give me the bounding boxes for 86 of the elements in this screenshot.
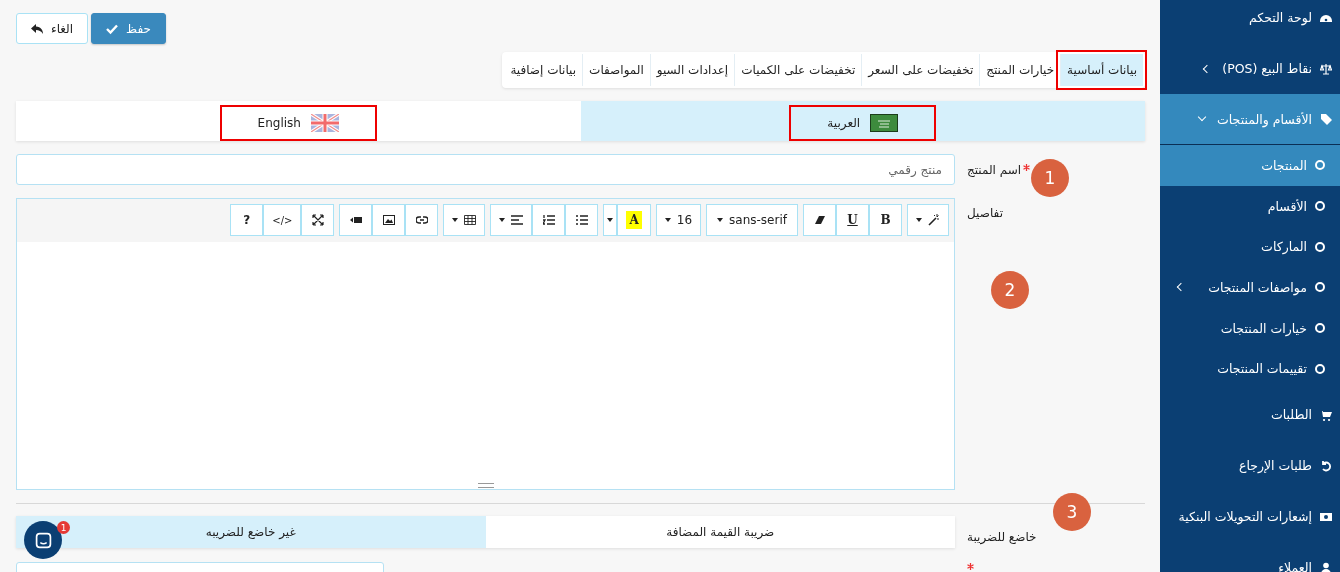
- video-icon: [350, 214, 362, 226]
- image-button[interactable]: [372, 204, 406, 236]
- tax-option[interactable]: ضريبة القيمة المضافة: [485, 516, 955, 548]
- sidebar-item[interactable]: الأقسام والمنتجات: [1160, 94, 1340, 145]
- sidebar-item[interactable]: نقاط البيع (POS): [1160, 43, 1340, 94]
- image-icon: [383, 214, 395, 226]
- sidebar-item[interactable]: الطلبات: [1160, 389, 1340, 441]
- chat-icon: [34, 531, 52, 549]
- video-button[interactable]: [339, 204, 373, 236]
- caret-icon: [452, 218, 459, 222]
- font-button[interactable]: sans-serif: [706, 204, 798, 236]
- user-icon: [1320, 561, 1332, 572]
- caret-icon: [717, 218, 724, 222]
- highlight-frame: العربية: [789, 104, 937, 141]
- circle-icon: [1315, 241, 1325, 252]
- align-button[interactable]: [490, 204, 533, 236]
- language-tab[interactable]: العربية: [580, 101, 1145, 141]
- code-button[interactable]: </>: [263, 204, 302, 236]
- chat-button[interactable]: [24, 521, 62, 559]
- eraser-button[interactable]: [803, 204, 836, 236]
- circle-icon: [1315, 282, 1325, 293]
- banknote-icon: [1320, 510, 1332, 523]
- circle-icon: [1315, 323, 1325, 334]
- bold-button[interactable]: B: [869, 204, 902, 236]
- reply-arrow-icon: [31, 22, 43, 35]
- sidebar-item[interactable]: طلبات الإرجاع: [1160, 440, 1340, 492]
- magic-wand-icon: [928, 214, 940, 226]
- numbers-button[interactable]: [532, 204, 566, 236]
- step-marker: 1: [1031, 159, 1069, 197]
- flag-icon: [870, 113, 899, 132]
- caret-icon: [664, 218, 671, 222]
- numbered-list-icon: [543, 214, 555, 226]
- field-label: اسم المنتج: [967, 162, 1022, 177]
- caret-icon: [607, 218, 614, 222]
- sidebar-item[interactable]: الأقسام: [1160, 185, 1340, 227]
- step-marker: 2: [991, 271, 1029, 309]
- align-icon: [511, 214, 524, 226]
- fullscreen-icon: [312, 214, 324, 226]
- field-label: خاضع للضريبة: [967, 530, 1037, 544]
- tab[interactable]: تخفيضات على السعر: [861, 54, 980, 86]
- tab[interactable]: خيارات المنتج: [979, 54, 1061, 86]
- circle-icon: [1315, 363, 1325, 374]
- underline-button[interactable]: U: [836, 204, 869, 236]
- caret-button[interactable]: [603, 204, 618, 236]
- sidebar-item[interactable]: الماركات: [1160, 226, 1340, 268]
- fullscreen-button[interactable]: [301, 204, 335, 236]
- flag-icon: [310, 113, 339, 132]
- table-button[interactable]: [443, 204, 486, 236]
- table-icon: [464, 214, 477, 226]
- tab[interactable]: المواصفات: [582, 54, 650, 86]
- sidebar-item[interactable]: العملاء: [1160, 542, 1340, 572]
- resize-handle-icon[interactable]: [477, 483, 494, 488]
- circle-icon: [1315, 201, 1325, 212]
- link-button[interactable]: [405, 204, 439, 236]
- cart-icon: [1320, 408, 1332, 421]
- step-marker: 3: [1053, 493, 1091, 531]
- sidebar-item[interactable]: تقييمات المنتجات: [1160, 348, 1340, 390]
- help-button[interactable]: ?: [230, 204, 264, 236]
- magic-button[interactable]: [907, 204, 949, 236]
- tag-icon: [1320, 113, 1332, 125]
- check-icon: [106, 22, 119, 35]
- link-icon: [416, 214, 428, 226]
- save-button[interactable]: حفظ: [91, 13, 166, 44]
- tab[interactable]: بيانات إضافية: [504, 54, 583, 86]
- sidebar-item[interactable]: لوحة التحكم: [1160, 0, 1340, 43]
- field-label: تفاصيل: [967, 206, 1003, 220]
- tab[interactable]: إعدادات السيو: [649, 54, 735, 86]
- caret-icon: [916, 218, 922, 222]
- color-button[interactable]: A: [617, 204, 651, 236]
- caret-icon: [499, 218, 506, 222]
- tab[interactable]: تخفيضات على الكميات: [734, 54, 862, 86]
- sidebar-item[interactable]: إشعارات التحويلات البنكية: [1160, 491, 1340, 543]
- sidebar-item[interactable]: المنتجات: [1160, 145, 1340, 186]
- eraser-icon: [813, 214, 826, 226]
- highlight-frame: English: [219, 104, 377, 141]
- undo-icon: [1320, 459, 1332, 472]
- size-button[interactable]: 16: [655, 204, 702, 236]
- bullet-list-icon: [576, 214, 588, 226]
- language-tab[interactable]: English: [16, 101, 581, 141]
- product-name-field[interactable]: منتج رقمي: [16, 154, 955, 185]
- sidebar-item[interactable]: خيارات المنتجات: [1160, 307, 1340, 349]
- bullets-button[interactable]: [565, 204, 599, 236]
- cancel-button[interactable]: الغاء: [16, 13, 89, 44]
- circle-icon: [1315, 160, 1325, 171]
- scale-icon: [1320, 62, 1332, 75]
- sidebar-item[interactable]: مواصفات المنتجات: [1160, 267, 1340, 308]
